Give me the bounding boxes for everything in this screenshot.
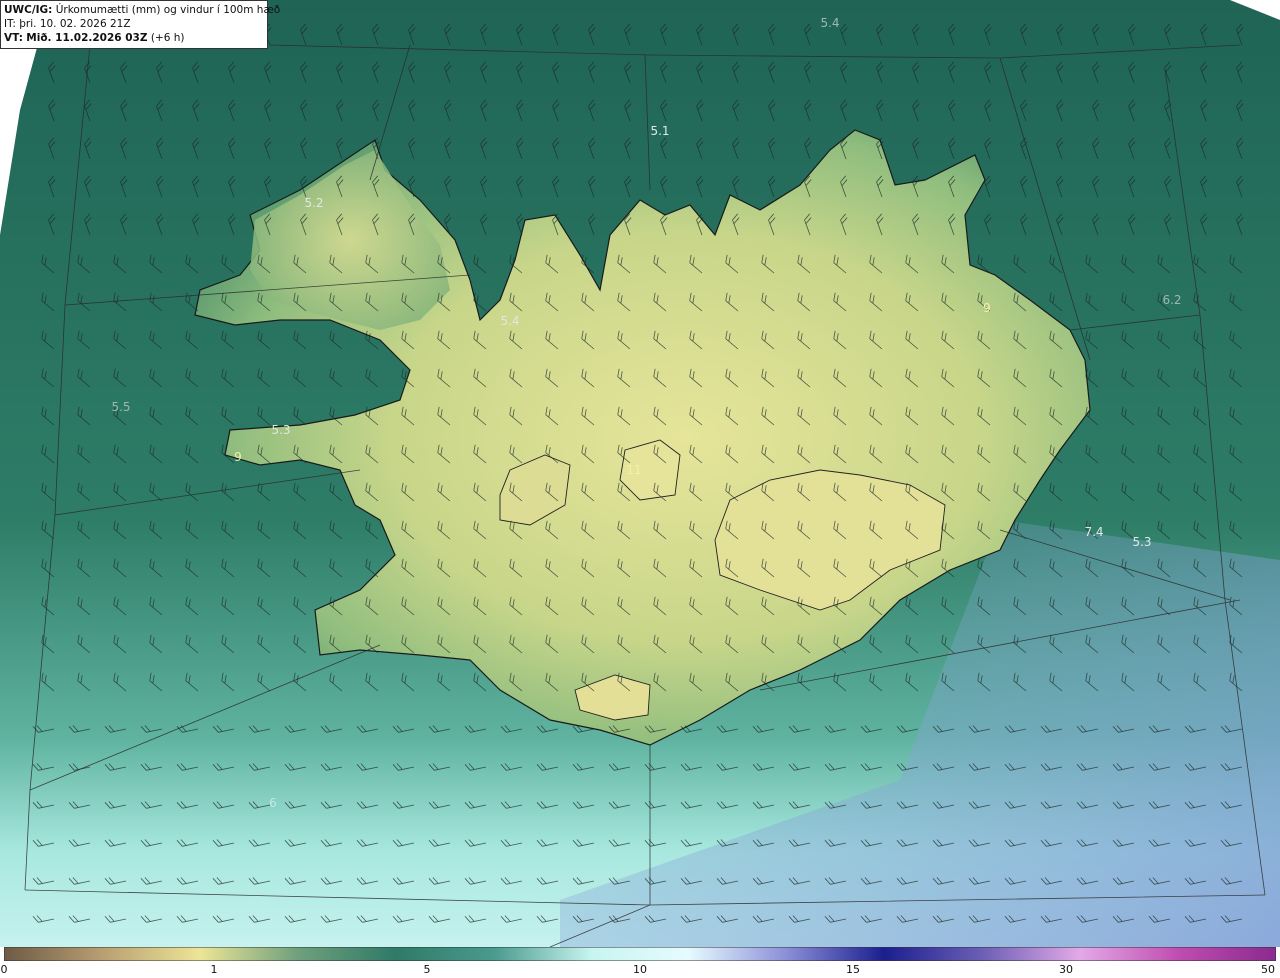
map-value-label: 11: [626, 463, 642, 477]
header-line-title: UWC/IG: Úrkomumætti (mm) og vindur í 100…: [4, 3, 280, 17]
colorbar: [4, 947, 1276, 961]
model-label: UWC/IG:: [4, 4, 53, 16]
valid-label: VT:: [4, 32, 23, 44]
colorbar-tick: 50: [1261, 963, 1275, 976]
valid-time: Mið. 11.02.2026 03Z: [26, 32, 148, 44]
lead-time: (+6 h): [150, 32, 185, 44]
colorbar-tick: 10: [633, 963, 647, 976]
map-value-label: 9: [983, 301, 991, 315]
map-value-label: 6: [269, 796, 277, 810]
product-title: Úrkomumætti (mm) og vindur í 100m hæð: [55, 4, 281, 16]
map-value-label: 7.4: [1084, 525, 1104, 539]
map-value-label: 6.2: [1162, 293, 1182, 307]
init-time: þri. 10. 02. 2026 21Z: [19, 18, 131, 30]
init-label: IT:: [4, 18, 16, 30]
header-line-init: IT: þri. 10. 02. 2026 21Z: [4, 17, 264, 31]
colorbar-tick: 1: [210, 963, 218, 976]
map-value-label: 5.5: [111, 400, 131, 414]
map-value-label: 5.1: [650, 124, 670, 138]
map-value-label: 5.3: [271, 423, 291, 437]
colorbar-tick: 15: [846, 963, 860, 976]
map-value-label: 5.4: [500, 314, 520, 328]
map-value-label: 5.4: [820, 16, 840, 30]
header-line-valid: VT: Mið. 11.02.2026 03Z (+6 h): [4, 31, 264, 45]
map-value-label: 5.3: [1132, 535, 1152, 549]
map-value-label: 9: [234, 450, 242, 464]
map-header: UWC/IG: Úrkomumætti (mm) og vindur í 100…: [0, 0, 280, 49]
colorbar-tick: 0: [0, 963, 8, 976]
colorbar-tick: 30: [1059, 963, 1073, 976]
map-value-label: 5.2: [304, 196, 324, 210]
colorbar-tick: 5: [423, 963, 431, 976]
